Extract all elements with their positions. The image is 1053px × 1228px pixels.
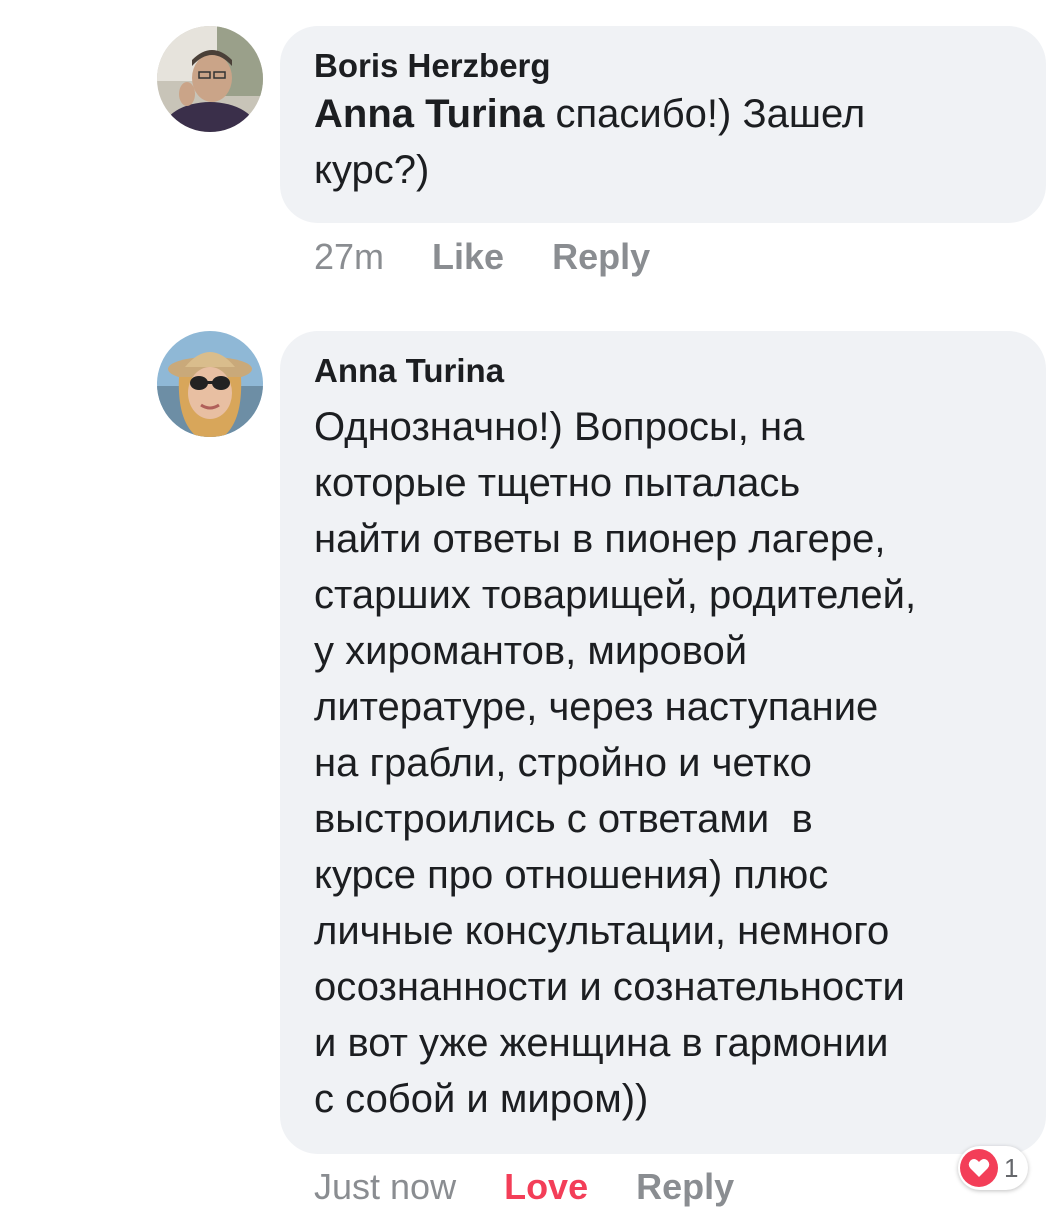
comment-bubble: Boris Herzberg Anna Turina спасибо!) Заш… [280, 26, 1046, 223]
comment-actions: Just now Love Reply [314, 1166, 782, 1208]
reaction-count: 1 [1004, 1152, 1019, 1183]
avatar-boris-herzberg[interactable] [157, 26, 263, 132]
reply-button[interactable]: Reply [552, 236, 650, 278]
comment-actions: 27m Like Reply [314, 236, 698, 278]
like-button[interactable]: Like [432, 236, 504, 278]
comment-author[interactable]: Boris Herzberg [314, 46, 1016, 86]
comment-author[interactable]: Anna Turina [314, 351, 1016, 391]
reaction-count-badge[interactable]: 1 [958, 1146, 1029, 1190]
mention-link[interactable]: Anna Turina [314, 92, 544, 136]
love-reaction-button[interactable]: Love [504, 1166, 588, 1208]
avatar-anna-turina[interactable] [157, 331, 263, 437]
reply-button[interactable]: Reply [636, 1166, 734, 1208]
comment-timestamp[interactable]: 27m [314, 236, 384, 278]
comment-bubble: Anna Turina Однозначно!) Вопросы, на кот… [280, 331, 1046, 1154]
comment-text: Anna Turina спасибо!) Зашел курс?) [314, 86, 1016, 198]
comment-body: Однозначно!) Вопросы, на которые тщетно … [314, 405, 917, 1121]
comment-timestamp[interactable]: Just now [314, 1166, 456, 1208]
heart-icon [960, 1149, 998, 1187]
